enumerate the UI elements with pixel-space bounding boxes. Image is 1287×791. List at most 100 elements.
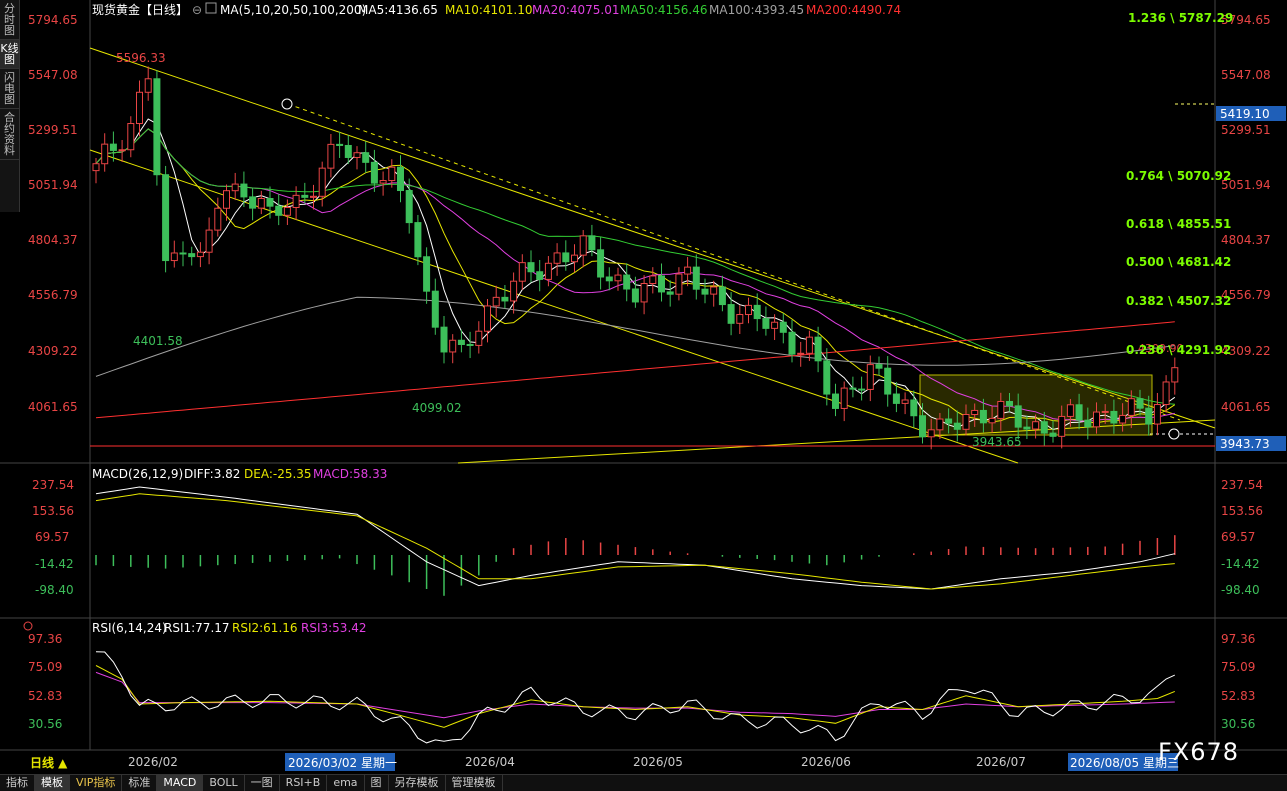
candle-body (832, 393, 839, 409)
candle-body (649, 275, 657, 285)
candle-body (597, 249, 605, 278)
candle-body (484, 305, 491, 332)
candle-body (727, 304, 735, 324)
macd-tick-right: 237.54 (1221, 478, 1263, 492)
candle-body (640, 283, 648, 303)
drawings[interactable] (89, 47, 1216, 464)
candle-body (1084, 419, 1092, 428)
candle-body (562, 252, 570, 263)
tab-template[interactable]: 模板 (35, 775, 70, 791)
macd-tick-left: 153.56 (32, 504, 74, 518)
tab-macd[interactable]: MACD (157, 775, 204, 791)
candle-body (997, 400, 1005, 419)
tab-vip-indicator[interactable]: VIP指标 (70, 775, 123, 791)
price-tick-right: 5547.08 (1221, 68, 1271, 82)
macd-diff: DIFF:3.82 (184, 467, 240, 481)
candle-body (971, 409, 979, 415)
candle-body (1171, 367, 1179, 383)
macd-tick-right: -98.40 (1221, 583, 1260, 597)
tab-boll[interactable]: BOLL (203, 775, 245, 791)
tab-rsi-b[interactable]: RSI+B (280, 775, 328, 791)
ma-spec: MA(5,10,20,50,100,200) (220, 3, 366, 17)
candle-body (1136, 398, 1144, 409)
rsi-settings-icon[interactable] (23, 621, 33, 631)
candle-body (1093, 411, 1100, 428)
candle-body (692, 266, 700, 290)
tab-chart[interactable]: 图 (365, 775, 389, 791)
candle-body (771, 321, 779, 329)
candle-body (257, 198, 265, 209)
tab-ema[interactable]: ema (327, 775, 365, 791)
candle-body (388, 166, 396, 182)
tab-indicator[interactable]: 指标 (0, 775, 35, 791)
tab-manage-template[interactable]: 管理模板 (446, 775, 503, 791)
candle-body (544, 262, 552, 280)
rsi-value-2: RSI2:61.16 (232, 621, 298, 635)
chart-canvas[interactable]: 现货黄金【日线】 ⊖ MA(5,10,20,50,100,200) MA5:41… (0, 0, 1287, 774)
price-tick-left: 5547.08 (28, 68, 78, 82)
candle-body (823, 360, 831, 395)
macd-spec: MACD(26,12,9) (92, 467, 183, 481)
candle-body (336, 143, 344, 146)
candle-body (571, 254, 578, 263)
date-tick: 2026/06 (801, 755, 851, 769)
candle-body (118, 149, 126, 152)
candle-body (283, 206, 291, 216)
candle-body (962, 413, 970, 430)
candle-body (127, 123, 135, 151)
candle-body (910, 399, 918, 417)
macd-diff-line (95, 486, 1175, 590)
candle-body (875, 364, 883, 369)
macd-dea: DEA:-25.35 (244, 467, 312, 481)
low-price-label: 3943.73 (1220, 437, 1270, 451)
candle-body (353, 152, 361, 158)
tab-one-chart[interactable]: 一图 (245, 775, 280, 791)
candle-body (1127, 398, 1135, 416)
drawing-anchor[interactable] (1168, 428, 1180, 440)
price-tick-left: 4556.79 (28, 288, 78, 302)
annotation-low-1: 4401.58 (133, 334, 183, 348)
tab-save-template[interactable]: 另存模板 (389, 775, 446, 791)
candle-body (370, 161, 378, 184)
candle-body (144, 78, 152, 93)
candle-body (1075, 404, 1083, 421)
fib-label: 0.236 \ 4291.92 (1126, 343, 1231, 357)
candle-body (231, 183, 239, 192)
price-tick-left: 4804.37 (28, 233, 78, 247)
period-selector[interactable]: 日线 ▲ (30, 755, 68, 770)
candle-body (718, 286, 726, 306)
candle-body (779, 321, 787, 333)
candle-body (301, 194, 309, 198)
date-axis: 日线 ▲ 2026/02 2026/04 2026/05 2026/06 202… (30, 753, 1179, 771)
tab-standard[interactable]: 标准 (122, 775, 158, 791)
candle-body (710, 286, 718, 295)
candle-body (684, 266, 692, 275)
candle-body (266, 198, 274, 207)
candle-body (501, 296, 509, 302)
candle-body (344, 144, 352, 158)
fib-label: 0.500 \ 4681.42 (1126, 255, 1231, 269)
channel-upper-line[interactable] (89, 47, 1216, 429)
candle-body (579, 235, 587, 256)
candle-body (1023, 426, 1031, 430)
candle-body (988, 417, 996, 424)
eye-icon[interactable]: ⊖ (192, 3, 202, 17)
rsi-value-3: RSI3:53.42 (301, 621, 367, 635)
macd-tick-left: -14.42 (35, 557, 74, 571)
fib-label: 0.764 \ 5070.92 (1126, 169, 1231, 183)
candle-body (397, 166, 404, 192)
price-tick-left: 5794.65 (28, 13, 78, 27)
candle-body (1058, 415, 1066, 437)
candle-body (797, 352, 805, 355)
candle-body (1032, 421, 1040, 430)
candle-body (327, 143, 335, 169)
candle-body (936, 418, 944, 431)
candle-body (414, 222, 422, 258)
candle-body (431, 290, 439, 328)
candle-body (1153, 404, 1161, 425)
drawing-anchor[interactable] (281, 98, 293, 110)
ma-label-100: MA100:4393.45 (709, 3, 804, 17)
candle-body (1145, 407, 1153, 425)
indicator-settings-icon[interactable] (205, 2, 217, 14)
candle-body (1014, 405, 1022, 428)
